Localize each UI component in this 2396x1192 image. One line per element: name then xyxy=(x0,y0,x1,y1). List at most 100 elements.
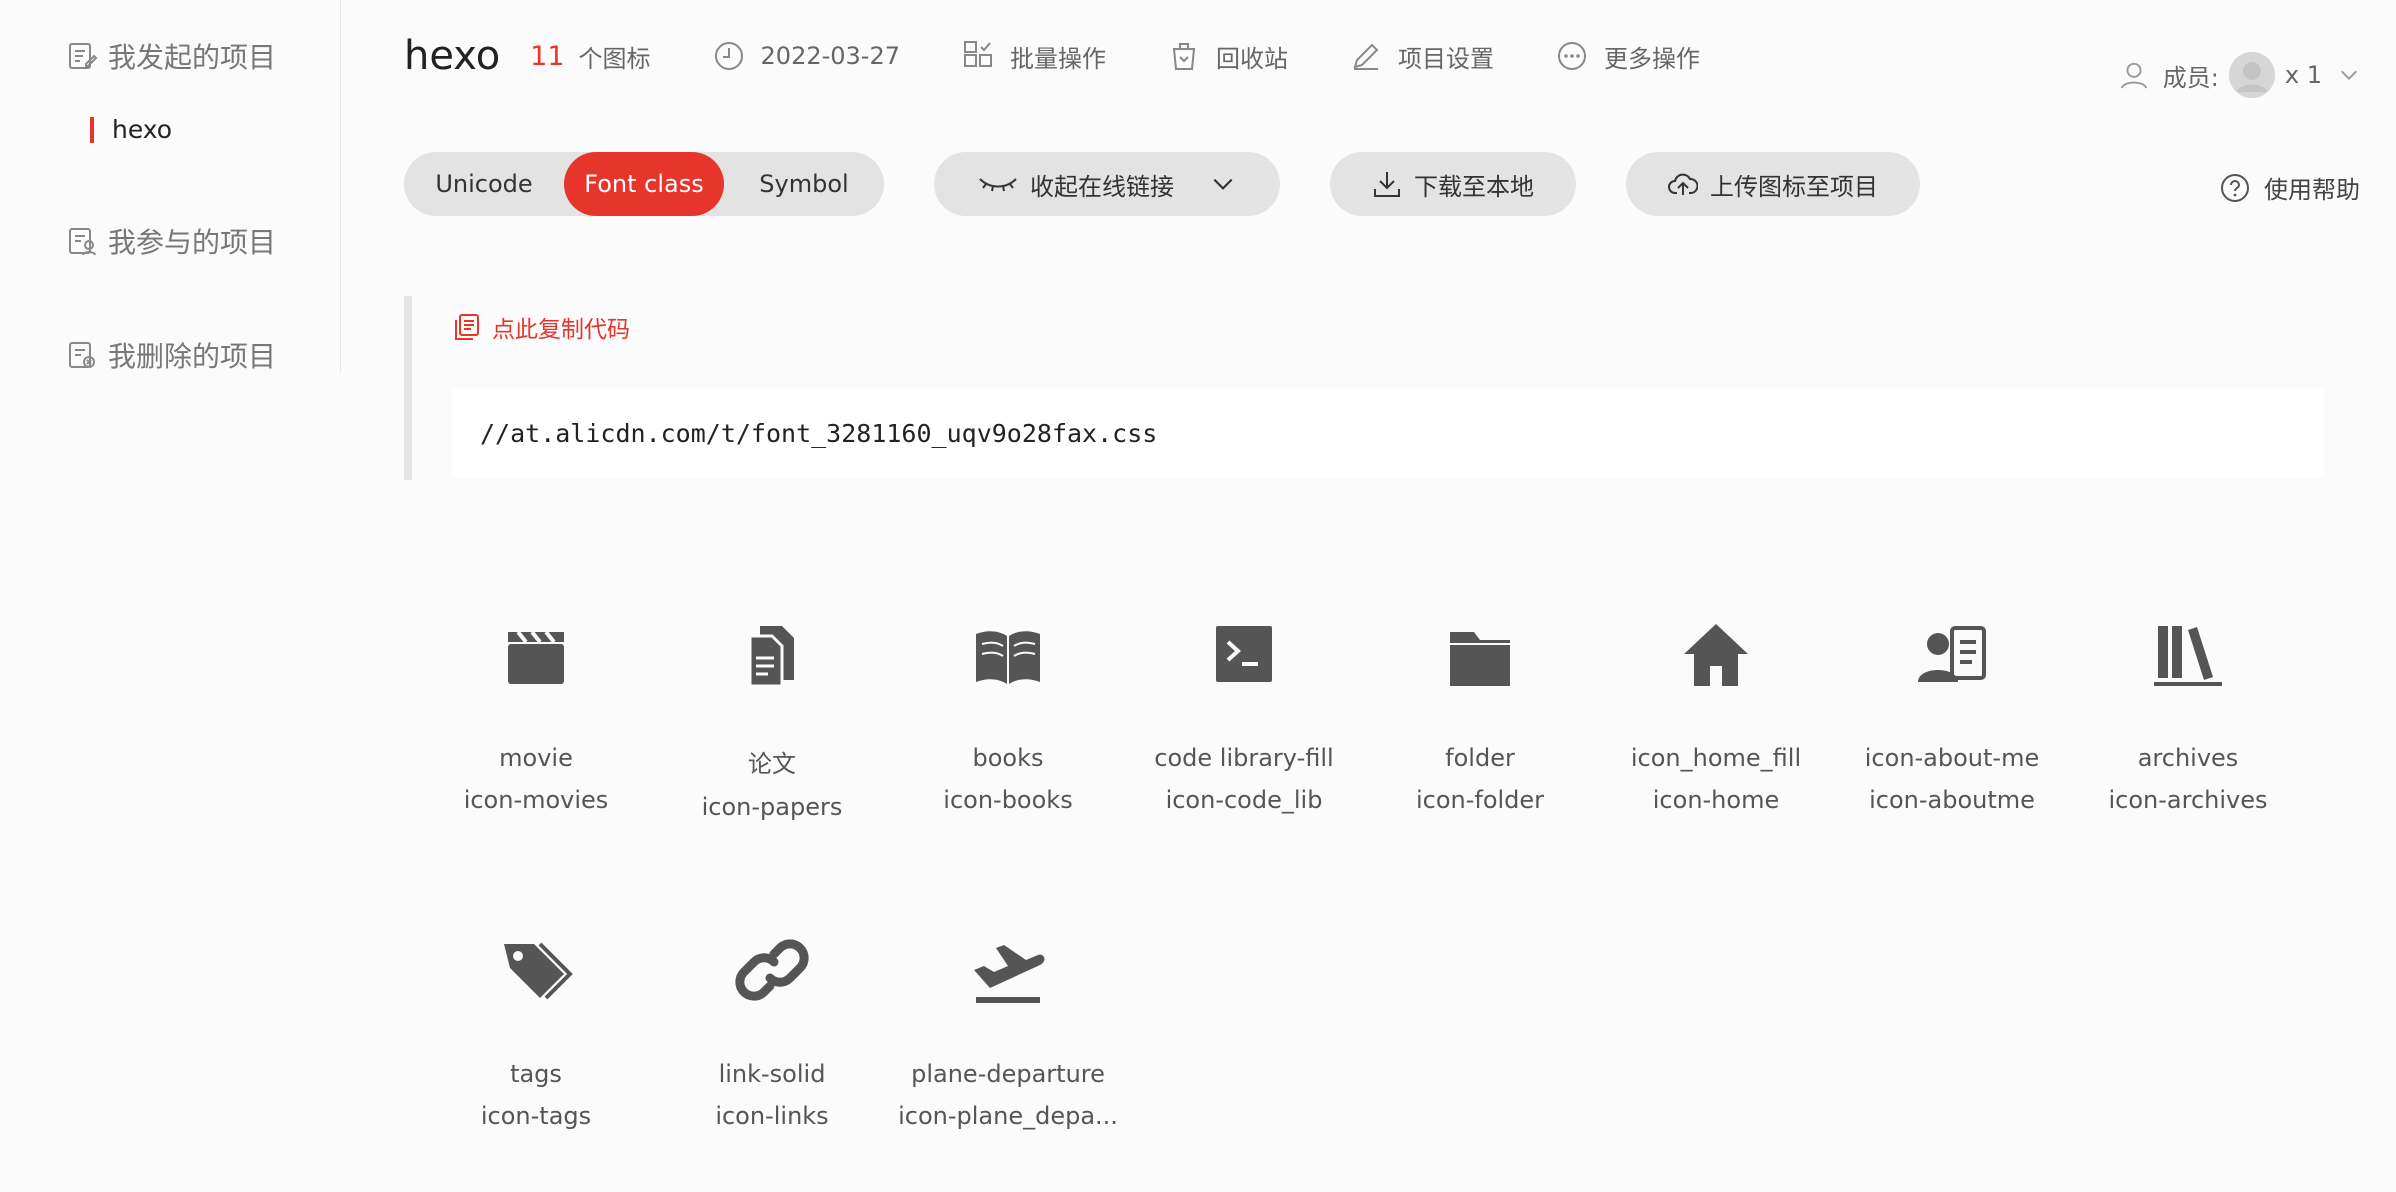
doc-edit-icon xyxy=(69,43,98,69)
icon-count: 11 xyxy=(530,40,565,72)
members[interactable]: 成员: x 1 xyxy=(2119,52,2360,98)
icon-count-label: 个图标 xyxy=(578,44,651,73)
archives-icon xyxy=(2154,626,2222,686)
sidebar-item-deleted[interactable]: 我删除的项目 xyxy=(66,335,276,375)
batch-operation-button[interactable]: 批量操作 xyxy=(962,39,1106,74)
icon-name: tags xyxy=(510,1060,562,1088)
icon-class-name: icon-folder xyxy=(1415,786,1545,814)
more-operations-button[interactable]: 更多操作 xyxy=(1556,39,1700,74)
icon-class-name: icon-aboutme xyxy=(1869,786,2035,814)
project-settings-button[interactable]: 项目设置 xyxy=(1350,39,1494,74)
icon-card[interactable]: movie icon-movies xyxy=(418,600,654,876)
sidebar-project-hexo[interactable]: hexo xyxy=(90,117,172,143)
page-title: hexo xyxy=(404,33,501,79)
trash-icon xyxy=(1172,43,1196,70)
folder-icon xyxy=(1450,632,1510,686)
members-count: x 1 xyxy=(2284,61,2322,89)
icon-class-name: icon-links xyxy=(715,1102,829,1130)
collapse-label: 收起在线链接 xyxy=(1030,172,1174,201)
download-icon xyxy=(1374,172,1400,197)
project-header: hexo 11 个图标 2022-03-27 批量操作 回收站 项目设置 更多操… xyxy=(404,30,1762,82)
icon-card[interactable]: 论文 icon-papers xyxy=(654,600,890,876)
doc-user-icon xyxy=(69,228,96,256)
plane-departure-icon xyxy=(974,945,1045,1003)
pencil-icon xyxy=(1353,43,1379,70)
user-icon xyxy=(2120,62,2147,89)
icon-class-name: icon-home xyxy=(1652,786,1780,814)
icon-name: icon-about-me xyxy=(1864,744,2040,772)
copy-icon xyxy=(455,314,479,340)
icon-card[interactable]: plane-departure icon-plane_depa... xyxy=(890,916,1126,1192)
movie-icon xyxy=(508,630,564,684)
code-library-icon xyxy=(1216,626,1272,682)
clock-icon xyxy=(714,42,743,70)
copy-code-label: 点此复制代码 xyxy=(492,317,630,343)
icon-class-name: icon-tags xyxy=(480,1102,592,1130)
code-type-tabs: Unicode Font class Symbol xyxy=(404,152,884,216)
upload-button[interactable]: 上传图标至项目 xyxy=(1626,152,1920,216)
avatar[interactable] xyxy=(2228,52,2275,98)
papers-icon xyxy=(748,626,794,688)
font-css-url[interactable]: //at.alicdn.com/t/font_3281160_uqv9o28fa… xyxy=(452,388,2324,478)
more-icon xyxy=(1558,42,1587,70)
sidebar-item-label: 我删除的项目 xyxy=(108,340,277,373)
project-settings-label: 项目设置 xyxy=(1398,44,1495,73)
icon-card[interactable]: archives icon-archives xyxy=(2070,600,2306,876)
icon-name: icon_home_fill xyxy=(1630,744,1802,772)
home-icon xyxy=(1684,624,1748,686)
chevron-down-icon[interactable] xyxy=(2338,64,2360,86)
more-operations-label: 更多操作 xyxy=(1604,44,1701,73)
icon-name: plane-departure xyxy=(911,1060,1105,1088)
icon-class-name: icon-papers xyxy=(701,793,843,821)
cloud-upload-icon xyxy=(1668,173,1698,195)
icon-name: link-solid xyxy=(718,1060,826,1088)
download-button[interactable]: 下载至本地 xyxy=(1330,152,1576,216)
icon-card[interactable]: link-solid icon-links xyxy=(654,916,890,1192)
copy-code-button[interactable]: 点此复制代码 xyxy=(452,310,630,344)
icon-name: folder xyxy=(1445,744,1515,772)
icon-class-name: icon-books xyxy=(943,786,1073,814)
tags-icon xyxy=(504,942,573,1000)
sidebar-item-label: 我发起的项目 xyxy=(108,41,277,74)
help-label: 使用帮助 xyxy=(2264,176,2360,204)
icon-card[interactable]: icon-about-me icon-aboutme xyxy=(1834,600,2070,876)
batch-icon xyxy=(964,41,993,67)
icon-class-name: icon-plane_depa... xyxy=(898,1102,1118,1130)
icon-card[interactable]: folder icon-folder xyxy=(1362,600,1598,876)
tab-symbol[interactable]: Symbol xyxy=(724,152,884,216)
icon-card[interactable]: books icon-books xyxy=(890,600,1126,876)
icon-card[interactable]: code library-fill icon-code_lib xyxy=(1126,600,1362,876)
sidebar-item-label: 我参与的项目 xyxy=(108,226,277,259)
sidebar: 我发起的项目 hexo 我参与的项目 我删除的项目 xyxy=(0,0,341,375)
recycle-bin-button[interactable]: 回收站 xyxy=(1168,39,1288,74)
about-me-icon xyxy=(1918,626,1986,682)
collapse-online-link-button[interactable]: 收起在线链接 xyxy=(934,152,1280,216)
tab-unicode[interactable]: Unicode xyxy=(404,152,564,216)
download-label: 下载至本地 xyxy=(1414,172,1534,201)
created-date-text: 2022-03-27 xyxy=(760,42,901,70)
books-icon xyxy=(976,631,1040,684)
icon-class-name: icon-movies xyxy=(463,786,609,814)
members-label: 成员: xyxy=(2162,63,2219,92)
code-panel: 点此复制代码 //at.alicdn.com/t/font_3281160_uq… xyxy=(404,296,2328,480)
icon-name: archives xyxy=(2137,744,2239,772)
tab-font-class[interactable]: Font class xyxy=(564,152,724,216)
help-link[interactable]: 使用帮助 xyxy=(2220,170,2360,205)
icon-name: books xyxy=(972,744,1044,772)
icon-class-name: icon-code_lib xyxy=(1165,786,1323,814)
sidebar-item-created[interactable]: 我发起的项目 xyxy=(66,36,276,76)
upload-label: 上传图标至项目 xyxy=(1710,172,1878,201)
icon-name: code library-fill xyxy=(1154,744,1334,772)
sidebar-item-joined[interactable]: 我参与的项目 xyxy=(66,221,276,261)
chevron-down-icon xyxy=(1213,178,1233,190)
avatar-icon xyxy=(2228,52,2275,98)
created-date: 2022-03-27 xyxy=(713,40,900,72)
batch-operation-label: 批量操作 xyxy=(1010,44,1107,73)
doc-delete-icon xyxy=(69,342,95,368)
icon-name: 论文 xyxy=(748,750,796,778)
question-icon xyxy=(2221,173,2249,202)
icon-card[interactable]: tags icon-tags xyxy=(418,916,654,1192)
icon-class-name: icon-archives xyxy=(2108,786,2268,814)
link-icon xyxy=(735,939,809,1001)
icon-card[interactable]: icon_home_fill icon-home xyxy=(1598,600,1834,876)
